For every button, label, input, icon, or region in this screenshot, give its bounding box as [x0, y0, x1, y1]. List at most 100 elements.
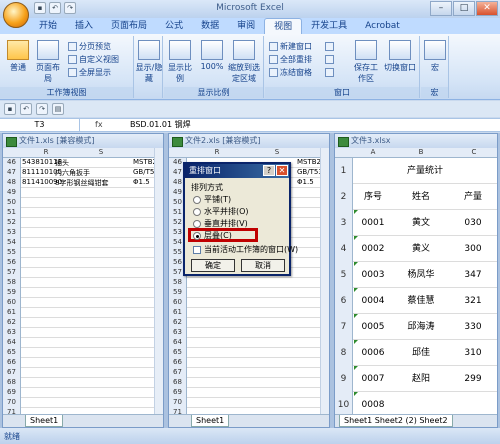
row-number[interactable]: 4	[335, 236, 353, 262]
formula-input[interactable]: BSD.01.01 钢焊	[130, 119, 191, 131]
table-cell[interactable]: 黄文	[393, 210, 449, 236]
normal-view-button[interactable]: 普通	[4, 40, 32, 73]
table-cell[interactable]: 030	[449, 210, 497, 236]
table-cell[interactable]: 赵阳	[393, 366, 449, 392]
row-number[interactable]: 52	[3, 218, 21, 228]
page-break-preview-button[interactable]: 分页预览	[68, 40, 111, 52]
close-button[interactable]: ✕	[476, 1, 498, 16]
tab-data[interactable]: 数据	[192, 18, 228, 34]
redo-icon[interactable]: ↷	[64, 2, 76, 14]
tab-view[interactable]: 视图	[264, 18, 303, 34]
show-hide-button[interactable]: 显示/隐藏	[135, 40, 163, 84]
row-number[interactable]: 49	[3, 188, 21, 198]
tab-review[interactable]: 审阅	[228, 18, 264, 34]
minimize-button[interactable]: –	[430, 1, 452, 16]
row-number[interactable]: 62	[3, 318, 21, 328]
row-number[interactable]: 64	[169, 338, 187, 348]
row-number[interactable]: 67	[169, 368, 187, 378]
custom-views-button[interactable]: 自定义视图	[68, 53, 119, 65]
column-header[interactable]: B	[393, 148, 449, 156]
header-cell[interactable]: 序号	[353, 184, 393, 210]
workbook-window-1[interactable]: 文件1.xls [兼容模式] R S 46543810118插头MSTB2.5/…	[2, 133, 164, 428]
table-cell[interactable]: 347	[449, 262, 497, 288]
vertical-scrollbar[interactable]	[154, 148, 163, 414]
tab-insert[interactable]: 插入	[66, 18, 102, 34]
tab-developer[interactable]: 开发工具	[302, 18, 356, 34]
column-header[interactable]: C	[449, 148, 497, 156]
office-button[interactable]	[3, 2, 29, 28]
row-number[interactable]: 65	[169, 348, 187, 358]
row-number[interactable]: 58	[3, 278, 21, 288]
row-number[interactable]: 66	[3, 358, 21, 368]
sheet-heading[interactable]: 产量统计	[353, 158, 497, 184]
split-button[interactable]	[325, 40, 334, 52]
row-number[interactable]: 63	[3, 328, 21, 338]
column-header[interactable]: S	[71, 148, 131, 156]
row-number[interactable]: 66	[169, 358, 187, 368]
active-workbook-checkbox[interactable]: 当前活动工作簿的窗口(W)	[193, 244, 298, 255]
table-cell[interactable]: 8字形钢丝绳钳套	[55, 178, 135, 188]
row-number[interactable]: 59	[169, 288, 187, 298]
row-number[interactable]: 67	[3, 368, 21, 378]
row-number[interactable]: 2	[335, 184, 353, 210]
row-number[interactable]: 51	[3, 208, 21, 218]
row-number[interactable]: 9	[335, 366, 353, 392]
table-cell[interactable]: 0005	[353, 314, 393, 340]
undo-icon[interactable]: ↶	[49, 2, 61, 14]
row-number[interactable]: 57	[3, 268, 21, 278]
row-number[interactable]: 65	[3, 348, 21, 358]
radio-cascade[interactable]: 层叠(C)	[193, 230, 232, 241]
maximize-button[interactable]: □	[453, 1, 475, 16]
column-header[interactable]: R	[187, 148, 247, 156]
row-number[interactable]: 48	[3, 178, 21, 188]
table-cell[interactable]: 299	[449, 366, 497, 392]
table-cell[interactable]: 330	[449, 314, 497, 340]
row-number[interactable]: 1	[335, 158, 353, 184]
row-number[interactable]: 8	[335, 340, 353, 366]
table-cell[interactable]: 蔡佳慧	[393, 288, 449, 314]
row-number[interactable]: 7	[335, 314, 353, 340]
row-number[interactable]: 68	[169, 378, 187, 388]
macros-button[interactable]: 宏	[421, 40, 449, 73]
tab-page-layout[interactable]: 页面布局	[102, 18, 156, 34]
header-cell[interactable]: 产量	[449, 184, 497, 210]
vertical-scrollbar[interactable]	[320, 148, 329, 414]
row-number[interactable]: 70	[3, 398, 21, 408]
row-number[interactable]: 5	[335, 262, 353, 288]
radio-horizontal[interactable]: 水平并排(O)	[193, 206, 249, 217]
column-header[interactable]: S	[247, 148, 307, 156]
row-number[interactable]: 50	[3, 198, 21, 208]
header-cell[interactable]: 姓名	[393, 184, 449, 210]
row-number[interactable]: 63	[169, 328, 187, 338]
zoom-button[interactable]: 显示比例	[166, 40, 194, 84]
dialog-close-button[interactable]: ✕	[276, 165, 288, 176]
table-cell[interactable]: 插头	[55, 158, 135, 168]
row-number[interactable]: 64	[3, 338, 21, 348]
hide-button[interactable]	[325, 53, 334, 65]
save-icon[interactable]: ▪	[4, 103, 16, 115]
row-number[interactable]: 60	[3, 298, 21, 308]
row-number[interactable]: 54	[3, 238, 21, 248]
tab-formulas[interactable]: 公式	[156, 18, 192, 34]
redo-icon[interactable]: ↷	[36, 103, 48, 115]
sheet-tab[interactable]: Sheet1	[191, 415, 230, 427]
row-number[interactable]: 62	[169, 318, 187, 328]
column-header[interactable]: R	[21, 148, 71, 156]
page-layout-view-button[interactable]: 页面布局	[34, 40, 62, 84]
table-cell[interactable]: 300	[449, 236, 497, 262]
row-number[interactable]: 60	[169, 298, 187, 308]
row-number[interactable]: 3	[335, 210, 353, 236]
row-number[interactable]: 61	[169, 308, 187, 318]
table-cell[interactable]: 0003	[353, 262, 393, 288]
row-number[interactable]: 58	[169, 278, 187, 288]
tab-acrobat[interactable]: Acrobat	[356, 18, 409, 34]
table-cell[interactable]: 321	[449, 288, 497, 314]
fx-icon[interactable]: fx	[95, 119, 103, 131]
new-window-button[interactable]: 新建窗口	[269, 40, 312, 52]
row-number[interactable]: 68	[3, 378, 21, 388]
unhide-button[interactable]	[325, 66, 334, 78]
radio-tiled[interactable]: 平铺(T)	[193, 194, 231, 205]
row-number[interactable]: 6	[335, 288, 353, 314]
table-cell[interactable]: 内六角扳手	[55, 168, 135, 178]
column-header[interactable]: A	[353, 148, 393, 156]
